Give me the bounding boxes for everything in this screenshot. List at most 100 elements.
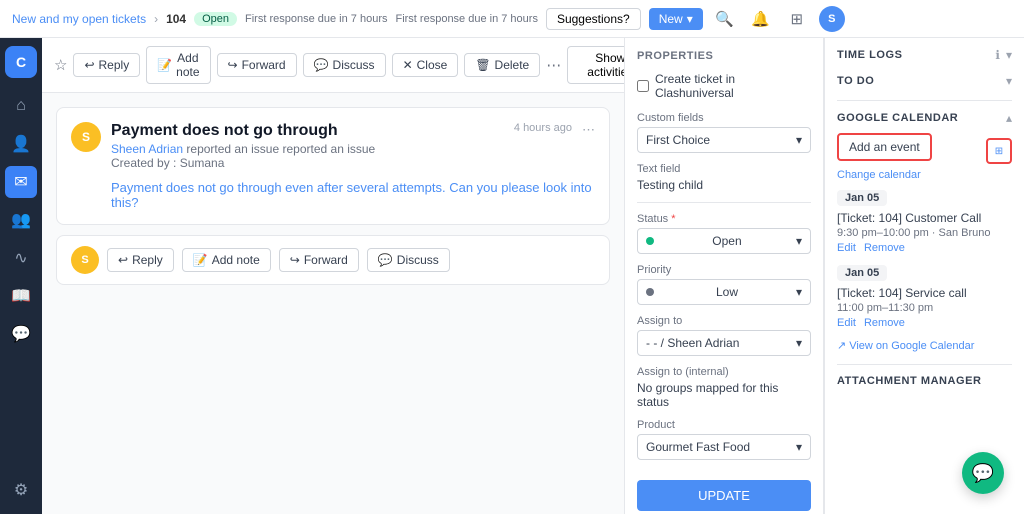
show-activities-button[interactable]: Show activities: [567, 46, 624, 84]
view-gcal-link[interactable]: ↗ View on Google Calendar: [837, 339, 1012, 352]
ticket-time: 4 hours ago: [514, 122, 572, 134]
forward-icon: ↪: [228, 58, 238, 72]
reply-bar-note-button[interactable]: 📝 Add note: [182, 248, 271, 272]
event2-edit-link[interactable]: Edit: [837, 317, 856, 329]
event1-edit-link[interactable]: Edit: [837, 242, 856, 254]
reply-avatar: S: [71, 246, 99, 274]
reply-bar-forward-label: Forward: [304, 253, 348, 267]
ticket-card: S Payment does not go through Sheen Adri…: [56, 107, 610, 225]
sidebar-settings-icon[interactable]: ⚙: [5, 474, 37, 506]
close-button[interactable]: ✕ Close: [392, 53, 459, 77]
more-button[interactable]: ⋯: [546, 51, 561, 79]
ticket-title: Payment does not go through: [111, 122, 504, 140]
due-text-val: First response due in 7 hours: [395, 13, 537, 25]
suggestions-button[interactable]: Suggestions?: [546, 8, 641, 30]
assign-to-select[interactable]: - - / Sheen Adrian ▾: [637, 330, 811, 356]
open-badge: Open: [194, 12, 237, 26]
assign-chevron-icon: ▾: [796, 336, 802, 350]
new-button[interactable]: New ▾: [649, 8, 703, 30]
divider-right-1: [837, 100, 1012, 101]
calendar-grid-icon[interactable]: ⊞: [986, 138, 1012, 164]
sidebar-chat-icon[interactable]: 💬: [5, 318, 37, 350]
add-event-button[interactable]: Add an event: [837, 133, 932, 161]
create-ticket-label: Create ticket in Clashuniversal: [655, 72, 811, 100]
star-button[interactable]: ☆: [54, 51, 67, 79]
first-choice-select[interactable]: First Choice ▾: [637, 127, 811, 153]
event1-date: Jan 05: [837, 190, 887, 206]
user-avatar[interactable]: S: [819, 6, 845, 32]
event2-date: Jan 05: [837, 265, 887, 281]
ticket-body: Payment does not go through even after s…: [111, 180, 595, 210]
event2-title: [Ticket: 104] Service call: [837, 286, 1012, 300]
status-label: Status *: [637, 213, 811, 225]
sidebar-home-icon[interactable]: ⌂: [5, 90, 37, 122]
reply-bar-forward-icon: ↪: [290, 253, 300, 267]
divider-1: [637, 202, 811, 203]
reply-bar-discuss-button[interactable]: 💬 Discuss: [367, 248, 450, 272]
sidebar-users-icon[interactable]: 👥: [5, 204, 37, 236]
grid-button[interactable]: ⊞: [783, 5, 811, 33]
gcal-add-row: Add an event ⊞: [837, 133, 1012, 169]
divider-right-2: [837, 364, 1012, 365]
ticket-avatar: S: [71, 122, 101, 152]
discuss-button[interactable]: 💬 Discuss: [303, 53, 386, 77]
attachment-header[interactable]: ATTACHMENT MANAGER: [837, 375, 1012, 387]
gcal-toggle-icon[interactable]: ▴: [1006, 111, 1012, 125]
reply-bar-reply-label: Reply: [132, 253, 163, 267]
sidebar-ticket-icon[interactable]: ✉: [5, 166, 37, 198]
sidebar-kb-icon[interactable]: 📖: [5, 280, 37, 312]
properties-title: PROPERTIES: [637, 50, 811, 62]
todo-header[interactable]: TO DO ▾: [837, 74, 1012, 88]
app-logo[interactable]: C: [5, 46, 37, 78]
text-field-label: Text field: [637, 163, 811, 175]
ticket-header: S Payment does not go through Sheen Adri…: [71, 122, 595, 170]
chevron-down-icon: ▾: [796, 133, 802, 147]
breadcrumb-link[interactable]: New and my open tickets: [12, 12, 146, 26]
new-chevron-icon: ▾: [687, 12, 693, 26]
search-button[interactable]: 🔍: [711, 5, 739, 33]
todo-toggle-icon[interactable]: ▾: [1006, 74, 1012, 88]
sidebar-reports-icon[interactable]: ∿: [5, 242, 37, 274]
chat-fab-button[interactable]: 💬: [962, 452, 1004, 494]
attachment-section: ATTACHMENT MANAGER: [837, 375, 1012, 387]
priority-chevron-icon: ▾: [796, 285, 802, 299]
google-calendar-section: GOOGLE CALENDAR ▴ Add an event ⊞ Change …: [837, 111, 1012, 352]
reply-button[interactable]: ↩ Reply: [73, 53, 140, 77]
status-dot: [646, 234, 658, 248]
action-bar: ☆ ↩ Reply 📝 Add note ↪ Forward 💬 Discuss…: [42, 38, 624, 93]
status-value: Open: [712, 234, 741, 248]
time-logs-info-icon[interactable]: ℹ: [995, 48, 1000, 62]
bell-button[interactable]: 🔔: [747, 5, 775, 33]
todo-section: TO DO ▾: [837, 74, 1012, 88]
top-right-actions: Suggestions? New ▾ 🔍 🔔 ⊞ S: [546, 5, 845, 33]
forward-button[interactable]: ↪ Forward: [217, 53, 297, 77]
event1-remove-link[interactable]: Remove: [864, 242, 905, 254]
assign-to-label: Assign to: [637, 315, 811, 327]
priority-dot: [646, 285, 658, 299]
status-select[interactable]: Open ▾: [637, 228, 811, 254]
time-logs-title: TIME LOGS: [837, 49, 902, 61]
sidebar-contact-icon[interactable]: 👤: [5, 128, 37, 160]
delete-button[interactable]: 🗑 Delete: [464, 53, 540, 77]
reply-bar-reply-button[interactable]: ↩ Reply: [107, 248, 174, 272]
ticket-more-button[interactable]: ⋯: [582, 122, 595, 138]
discuss-label: Discuss: [333, 58, 375, 72]
main-layout: C ⌂ 👤 ✉ 👥 ∿ 📖 💬 ⚙ ☆ ↩ Reply 📝 Add note ↪…: [0, 38, 1024, 514]
action-bar-right: Show activities ‹ ⋯ › ⊞: [567, 46, 624, 84]
priority-select[interactable]: Low ▾: [637, 279, 811, 305]
update-button[interactable]: UPDATE: [637, 480, 811, 511]
event2-remove-link[interactable]: Remove: [864, 317, 905, 329]
delete-label: Delete: [495, 58, 530, 72]
add-note-button[interactable]: 📝 Add note: [146, 46, 210, 84]
create-ticket-checkbox[interactable]: [637, 80, 649, 92]
product-select[interactable]: Gourmet Fast Food ▾: [637, 434, 811, 460]
gcal-header[interactable]: GOOGLE CALENDAR ▴: [837, 111, 1012, 125]
close-label: Close: [417, 58, 448, 72]
change-calendar-link[interactable]: Change calendar: [837, 169, 1012, 181]
reply-icon: ↩: [84, 58, 94, 72]
time-logs-toggle-icon[interactable]: ▾: [1006, 48, 1012, 62]
reply-bar-forward-button[interactable]: ↪ Forward: [279, 248, 359, 272]
time-logs-header[interactable]: TIME LOGS ℹ ▾: [837, 48, 1012, 62]
first-choice-value: First Choice: [646, 133, 710, 147]
add-note-label: Add note: [176, 51, 199, 79]
